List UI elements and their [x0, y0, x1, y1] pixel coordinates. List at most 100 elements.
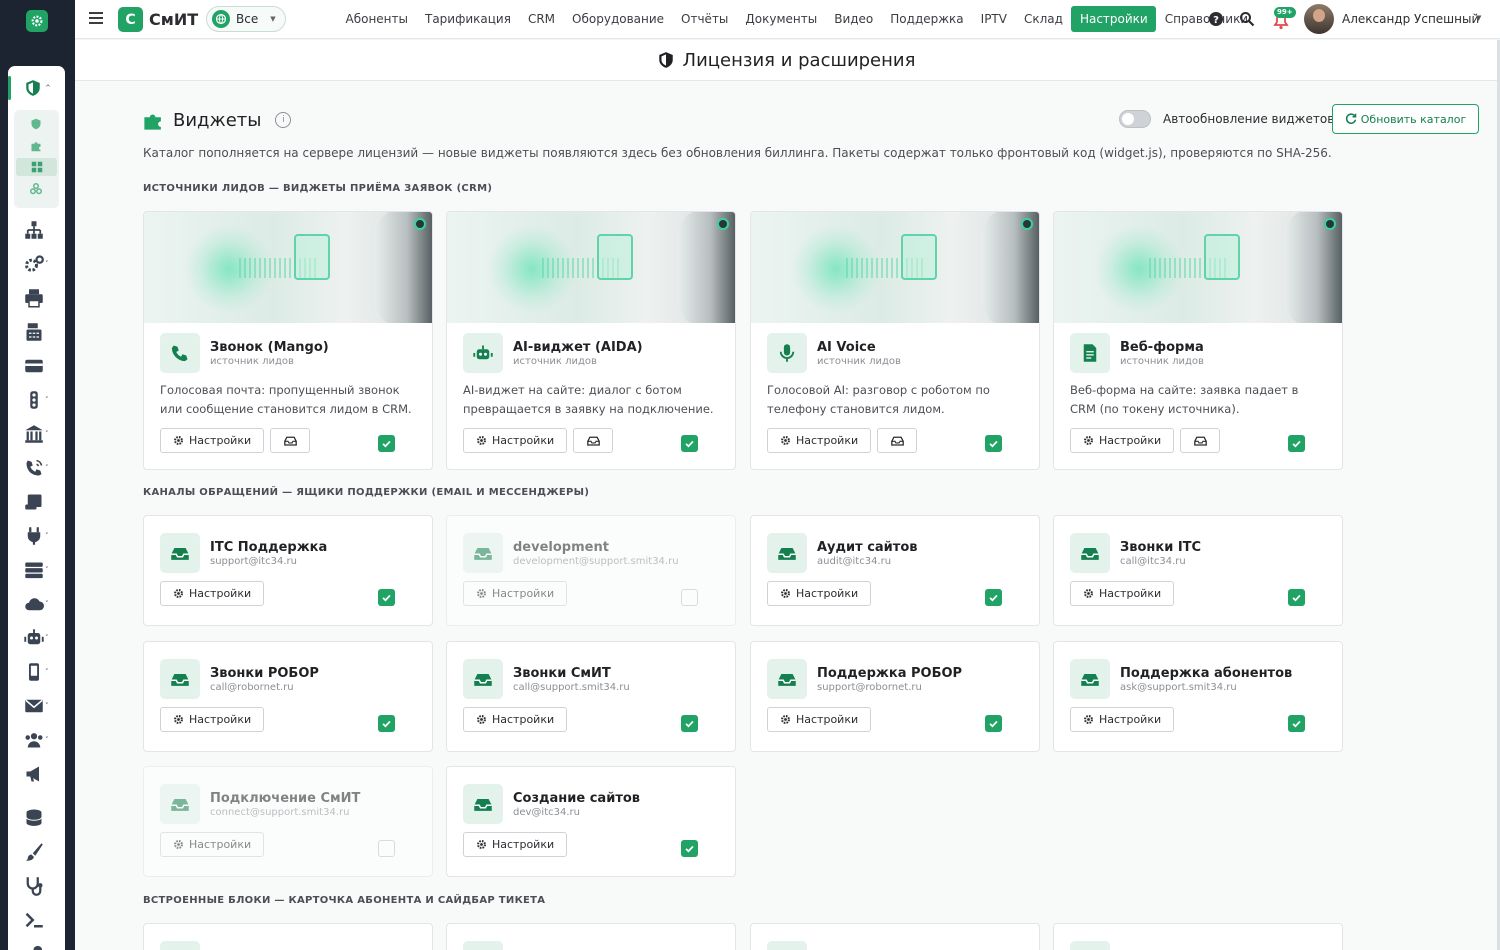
gear-icon	[477, 436, 486, 445]
user-menu-chevron-icon[interactable]: ▼	[1476, 14, 1481, 22]
channel-enabled-checkbox[interactable]	[985, 715, 1002, 732]
puzzle-sub-icon[interactable]	[27, 137, 45, 155]
sidebar-item-scroll[interactable]	[24, 490, 64, 514]
help-icon[interactable]: ?	[1208, 11, 1224, 27]
gear-icon	[1084, 436, 1093, 445]
sidebar-item-plug[interactable]: ˅	[24, 524, 64, 548]
nav-item-7[interactable]: Поддержка	[882, 6, 972, 32]
inbox-icon	[463, 659, 503, 699]
sidebar-item-mobile[interactable]: ˅	[24, 660, 64, 684]
settings-button-label: Настройки	[492, 434, 555, 447]
channel-settings-button[interactable]: Настройки	[1070, 581, 1175, 606]
refresh-catalog-button[interactable]: Обновить каталог	[1332, 104, 1479, 134]
settings-gear-icon[interactable]	[26, 10, 48, 32]
hamburger-menu-icon[interactable]	[89, 12, 103, 24]
sidebar-item-cash-register[interactable]	[24, 320, 64, 344]
widget-inbox-button[interactable]	[1180, 428, 1221, 453]
scope-selector[interactable]: Все ▼	[206, 6, 286, 32]
channel-settings-button[interactable]: Настройки	[463, 707, 568, 732]
sidebar-item-envelope[interactable]: ˅	[24, 694, 64, 718]
traffic-light-icon	[30, 391, 38, 409]
sidebar-item-server[interactable]: ˅	[24, 558, 64, 582]
channel-settings-button[interactable]: Настройки	[160, 581, 265, 606]
main-content: Лицензия и расширения Виджеты i Автообно…	[75, 40, 1497, 950]
channel-title: development	[513, 539, 609, 555]
sidebar-item-card[interactable]	[24, 354, 64, 378]
sidebar-item-phone-volume[interactable]: ˅	[24, 456, 64, 480]
microphone-icon	[767, 333, 807, 373]
info-icon[interactable]: i	[275, 112, 292, 128]
widget-settings-button[interactable]: Настройки	[1070, 428, 1175, 453]
autoupdate-toggle[interactable]	[1119, 110, 1151, 128]
widget-enabled-checkbox[interactable]	[378, 435, 395, 452]
channel-settings-button[interactable]: Настройки	[767, 581, 872, 606]
channel-enabled-checkbox[interactable]	[681, 589, 698, 606]
shield-sub-icon[interactable]	[27, 115, 45, 133]
sidebar-item-database[interactable]	[24, 806, 64, 830]
channel-enabled-checkbox[interactable]	[681, 840, 698, 857]
channel-enabled-checkbox[interactable]	[378, 715, 395, 732]
channel-email: connect@support.smit34.ru	[210, 806, 350, 818]
widget-enabled-checkbox[interactable]	[985, 435, 1002, 452]
channel-enabled-checkbox[interactable]	[1288, 589, 1305, 606]
channel-settings-button[interactable]: Настройки	[1070, 707, 1175, 732]
nav-item-6[interactable]: Видео	[826, 6, 882, 32]
channel-enabled-checkbox[interactable]	[985, 589, 1002, 606]
sidebar-item-tools[interactable]	[24, 942, 64, 950]
widget-inbox-button[interactable]	[573, 428, 614, 453]
widget-enabled-checkbox[interactable]	[681, 435, 698, 452]
channel-enabled-checkbox[interactable]	[378, 589, 395, 606]
sidebar-item-gears[interactable]: ˅	[24, 252, 64, 276]
settings-button-label: Настройки	[189, 587, 252, 600]
channel-settings-button[interactable]: Настройки	[463, 832, 568, 857]
channel-enabled-checkbox[interactable]	[378, 840, 395, 857]
sidebar-item-license[interactable]: ^	[8, 70, 65, 106]
shield-icon	[658, 52, 673, 68]
mobile-icon	[29, 663, 39, 681]
nav-item-4[interactable]: Отчёты	[673, 6, 737, 32]
sidebar-item-terminal[interactable]	[24, 908, 64, 932]
sidebar-item-printer[interactable]	[24, 286, 64, 310]
nav-item-5[interactable]: Документы	[737, 6, 826, 32]
sidebar-item-sitemap[interactable]	[24, 218, 64, 242]
brand-logo[interactable]: С СмИТ	[118, 7, 198, 32]
channel-card: Звонки РОБОР call@robornet.ru Настройки	[143, 641, 433, 752]
nav-item-2[interactable]: CRM	[519, 6, 563, 32]
nav-item-3[interactable]: Оборудование	[564, 6, 673, 32]
channel-settings-button[interactable]: Настройки	[463, 581, 568, 606]
search-icon[interactable]	[1239, 11, 1255, 27]
sidebar-item-traffic-light[interactable]: ˅	[24, 388, 64, 412]
widget-inbox-button[interactable]	[270, 428, 311, 453]
user-name[interactable]: Александр Успешный	[1342, 12, 1479, 26]
nav-item-0[interactable]: Абоненты	[337, 6, 417, 32]
nav-item-1[interactable]: Тарификация	[417, 6, 520, 32]
widget-subtitle: источник лидов	[1120, 355, 1204, 367]
grid-sub-icon[interactable]	[16, 158, 57, 176]
widget-settings-button[interactable]: Настройки	[160, 428, 265, 453]
sidebar-item-bank[interactable]: ˅	[24, 422, 64, 446]
sidebar-item-cloud[interactable]: ˅	[24, 592, 64, 616]
widget-enabled-checkbox[interactable]	[1288, 435, 1305, 452]
channel-enabled-checkbox[interactable]	[681, 715, 698, 732]
sidebar-item-stethoscope[interactable]	[24, 874, 64, 898]
settings-button-label: Настройки	[796, 434, 859, 447]
widget-inbox-button[interactable]	[877, 428, 918, 453]
channel-enabled-checkbox[interactable]	[1288, 715, 1305, 732]
nav-item-10[interactable]: Настройки	[1071, 6, 1157, 32]
channel-title: Поддержка РОБОР	[817, 665, 963, 681]
inbox-icon	[1193, 436, 1207, 446]
widget-settings-button[interactable]: Настройки	[463, 428, 568, 453]
nav-item-9[interactable]: Склад	[1015, 6, 1071, 32]
sidebar-item-brush[interactable]	[24, 840, 64, 864]
channel-settings-button[interactable]: Настройки	[160, 832, 265, 857]
sidebar-item-robot[interactable]: ˅	[24, 626, 64, 650]
shield-icon	[26, 80, 40, 96]
sidebar-item-users[interactable]: ˅	[24, 728, 64, 752]
network-sub-icon[interactable]	[27, 180, 45, 198]
channel-settings-button[interactable]: Настройки	[160, 707, 265, 732]
nav-item-8[interactable]: IPTV	[972, 6, 1015, 32]
widget-settings-button[interactable]: Настройки	[767, 428, 872, 453]
sidebar-item-megaphone[interactable]	[24, 762, 64, 786]
channel-settings-button[interactable]: Настройки	[767, 707, 872, 732]
avatar[interactable]	[1304, 4, 1334, 34]
